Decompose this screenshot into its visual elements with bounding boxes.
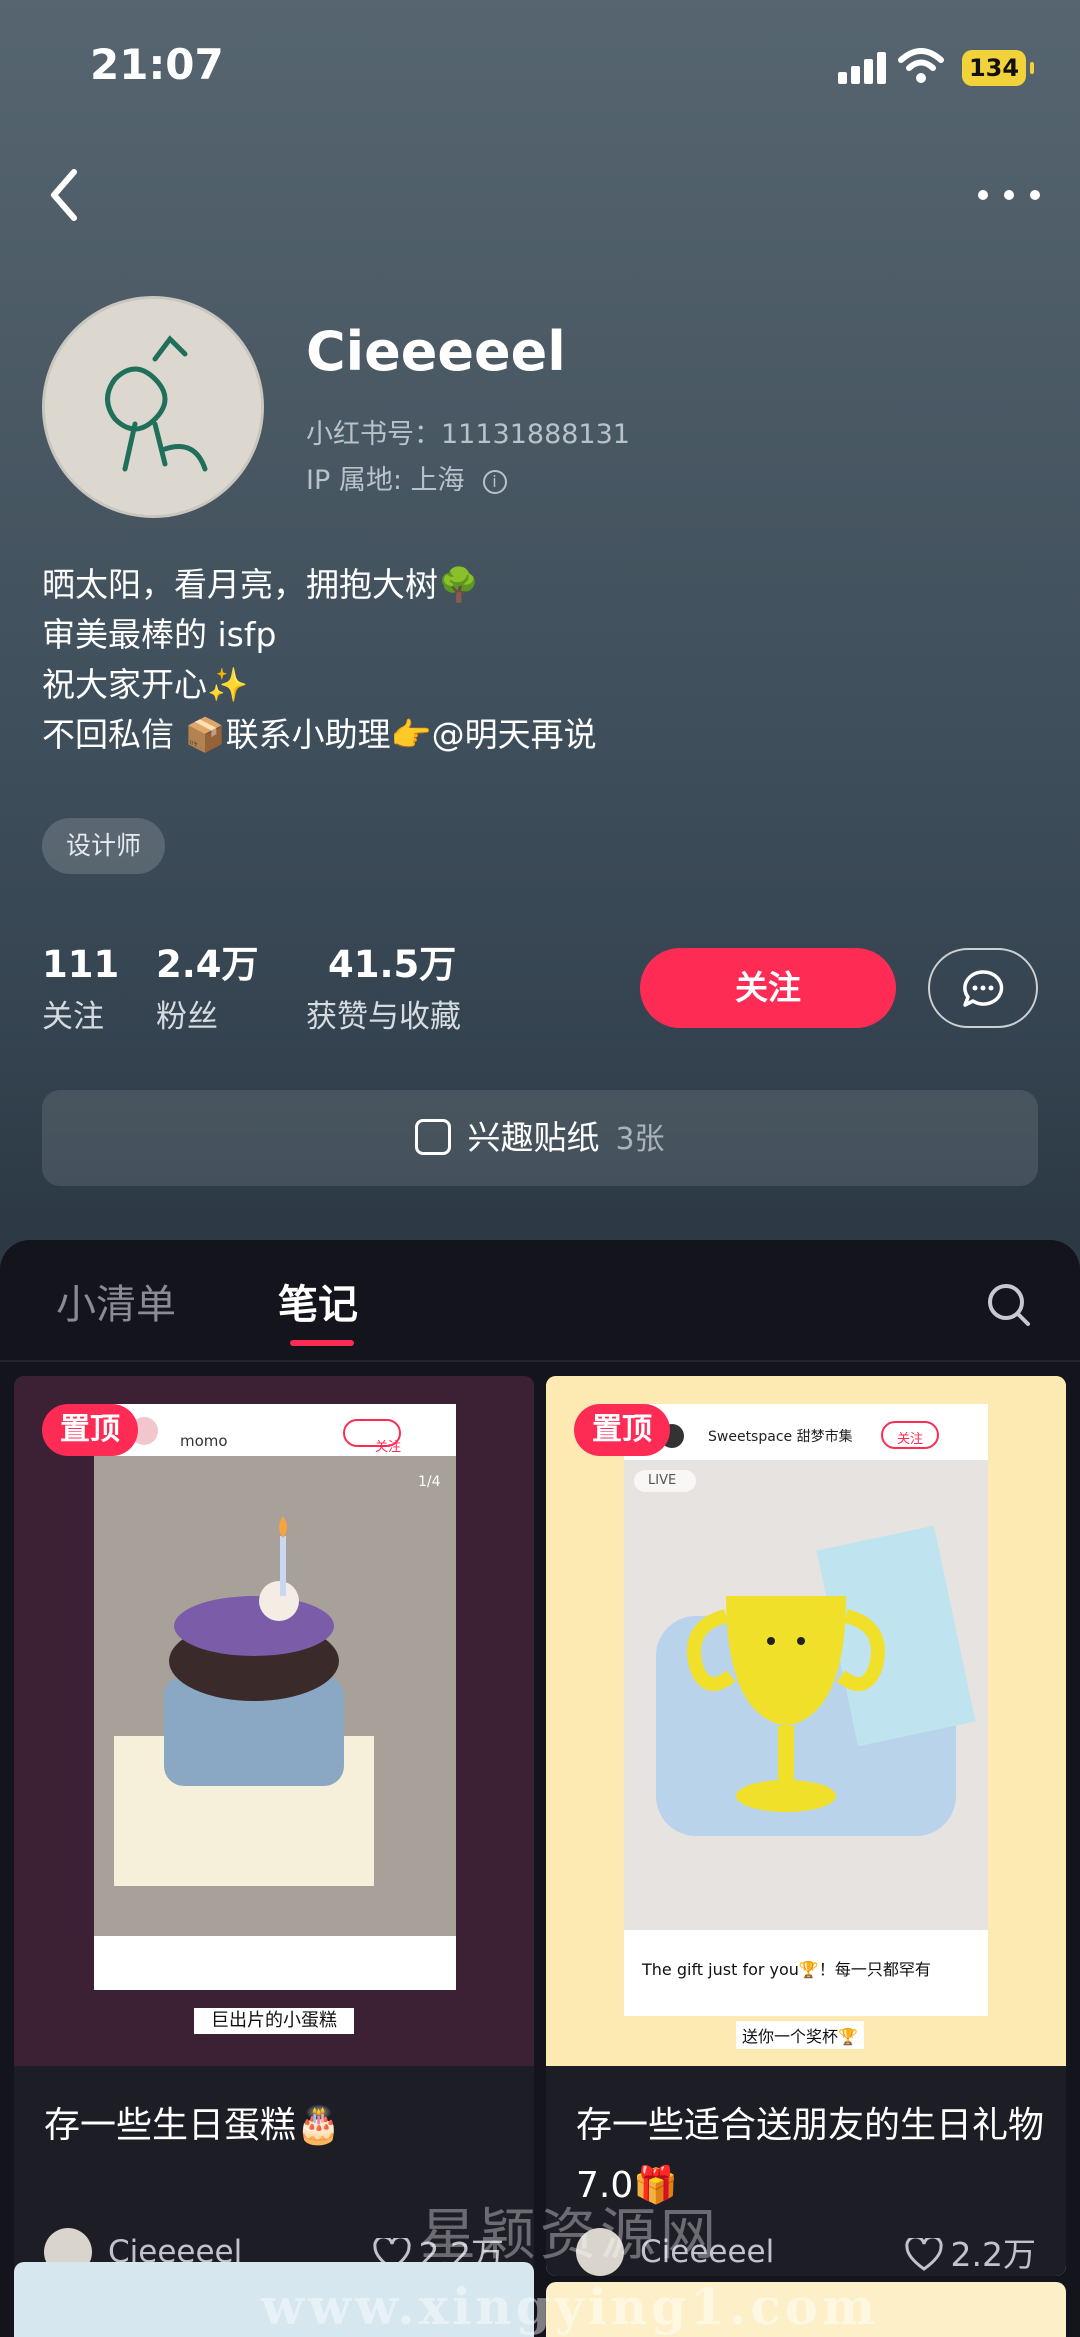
cover-user: momo (180, 1432, 228, 1450)
cover-caption: 送你一个奖杯🏆 (736, 2021, 864, 2049)
note-title: 存一些生日蛋糕🎂 (44, 2105, 341, 2146)
stat-value: 2.4万 (156, 943, 259, 986)
bio-line[interactable]: 不回私信 📦联系小助理👉@明天再说 (42, 710, 597, 760)
stat-label: 关注 (42, 999, 104, 1035)
search-icon[interactable] (984, 1280, 1034, 1330)
sticker-icon (415, 1119, 452, 1155)
tab-lists[interactable]: 小清单 (56, 1272, 176, 1330)
battery-level: 134 (968, 54, 1020, 82)
likes-count: 2.2万 (950, 2235, 1036, 2274)
stat-likes-collects[interactable]: 41.5万 获赞与收藏 (306, 940, 461, 1040)
stat-label: 获赞与收藏 (306, 999, 461, 1035)
sticker-count: 3张 (615, 1122, 665, 1157)
profile-ip-location: IP 属地: 上海 i (306, 458, 507, 497)
message-button[interactable] (928, 948, 1038, 1028)
watermark: 星颖资源网 www.xingying1.com (220, 2190, 920, 2336)
status-bar: 21:07 134 (0, 0, 1080, 130)
watermark-url: www.xingying1.com (261, 2277, 879, 2336)
more-options-icon[interactable] (970, 175, 1050, 215)
cover-caption: 巨出片的小蛋糕 (211, 2010, 337, 2031)
bio-line: 祝大家开心✨ (42, 665, 249, 704)
bio-line: 审美最棒的 isfp (42, 615, 277, 654)
note-cover-image (14, 1376, 534, 2066)
pinned-badge: 置顶 (574, 1404, 670, 1456)
watermark-text: 星颖资源网 (420, 2203, 720, 2268)
cover-user: Sweetspace 甜梦市集 (708, 1429, 853, 1445)
note-card[interactable]: 置顶 Sweetspace 甜梦市集 关注 LIVE The gift just… (546, 1376, 1066, 2276)
profile-bio: 晒太阳，看月亮，拥抱大树🌳 审美最棒的 isfp 祝大家开心✨ 不回私信 📦联系… (42, 560, 597, 760)
info-icon[interactable]: i (482, 470, 507, 494)
ip-location-text: IP 属地: 上海 (306, 465, 465, 496)
profile-name: Cieeeeel (306, 320, 566, 383)
stat-value: 41.5万 (328, 943, 457, 986)
back-arrow-icon[interactable] (40, 160, 90, 230)
pinned-badge: 置顶 (42, 1404, 138, 1456)
stat-label: 粉丝 (156, 999, 218, 1035)
interest-sticker-bar[interactable]: 兴趣贴纸 3张 (42, 1090, 1038, 1186)
stat-following[interactable]: 111 关注 (42, 940, 119, 1040)
stat-followers[interactable]: 2.4万 粉丝 (156, 940, 259, 1040)
cover-line: The gift just for you🏆！每一只都罕有 (642, 1960, 931, 1979)
note-likes[interactable]: 2.2万 (904, 2228, 1036, 2276)
tab-notes[interactable]: 笔记 (278, 1272, 358, 1330)
profile-tag: 设计师 (42, 818, 166, 874)
wifi-icon (898, 48, 944, 83)
stat-value: 111 (42, 943, 120, 986)
follow-button[interactable]: 关注 (640, 948, 896, 1028)
cover-live-badge: LIVE (648, 1473, 677, 1488)
chat-bubble-icon (963, 970, 1004, 1007)
cover-page-indicator: 1/4 (418, 1474, 441, 1490)
note-card[interactable]: 置顶 momo 关注 1/4 巨出片的小蛋糕 存一些生日蛋糕🎂 Cieeeeel… (14, 1376, 534, 2276)
cellular-signal-icon (838, 52, 886, 84)
profile-id: 小红书号：11131888131 (306, 419, 630, 450)
avatar[interactable] (42, 296, 264, 518)
clock: 21:07 (90, 40, 224, 89)
cover-follow-button: 关注 (374, 1440, 401, 1455)
cover-follow-button: 关注 (896, 1432, 923, 1447)
divider (0, 1360, 1080, 1362)
active-tab-indicator (290, 1340, 354, 1346)
sticker-label: 兴趣贴纸 (467, 1118, 600, 1157)
battery-icon: 134 (962, 50, 1034, 86)
bio-line: 晒太阳，看月亮，拥抱大树🌳 (42, 565, 480, 604)
profile-tabs: 小清单 笔记 (0, 1240, 1080, 1360)
